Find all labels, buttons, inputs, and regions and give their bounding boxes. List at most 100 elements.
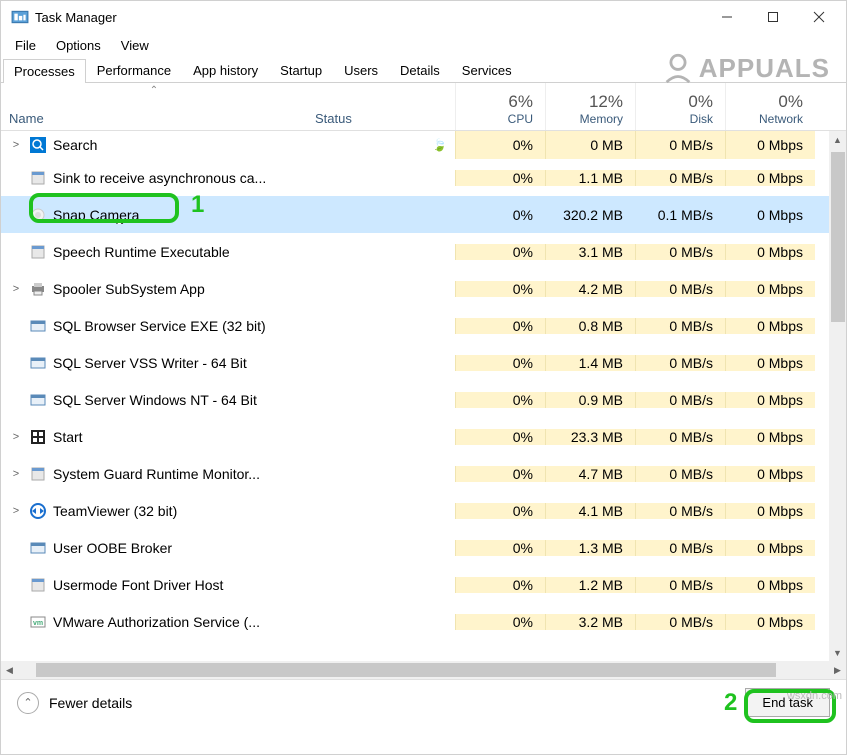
annotation-number-1: 1 [191, 191, 204, 219]
disk-cell: 0 MB/s [635, 281, 725, 297]
menu-view[interactable]: View [111, 36, 159, 55]
expand-toggle-icon[interactable]: > [9, 283, 23, 295]
memory-percent: 12% [589, 92, 623, 112]
cpu-cell: 0% [455, 466, 545, 482]
generic-icon [29, 243, 47, 261]
cpu-cell: 0% [455, 540, 545, 556]
disk-cell: 0 MB/s [635, 577, 725, 593]
fewer-details-label: Fewer details [49, 695, 132, 711]
minimize-button[interactable] [704, 1, 750, 33]
scroll-down-arrow-icon[interactable]: ▼ [829, 644, 846, 661]
memory-cell: 3.1 MB [545, 244, 635, 260]
disk-cell: 0 MB/s [635, 392, 725, 408]
process-row[interactable]: User OOBE Broker0%1.3 MB0 MB/s0 Mbps [1, 529, 846, 566]
hscroll-thumb[interactable] [36, 663, 776, 677]
footer: ⌃ Fewer details 2 End task [1, 679, 846, 725]
network-cell: 0 Mbps [725, 466, 815, 482]
network-cell: 0 Mbps [725, 429, 815, 445]
process-name-cell: > Search [1, 136, 307, 154]
memory-label: Memory [580, 112, 623, 126]
column-cpu[interactable]: 6% CPU [455, 83, 545, 130]
teamviewer-icon [29, 502, 47, 520]
start-icon [29, 428, 47, 446]
printer-icon [29, 280, 47, 298]
network-percent: 0% [778, 92, 803, 112]
expand-toggle-icon[interactable]: > [9, 468, 23, 480]
disk-cell: 0 MB/s [635, 503, 725, 519]
process-name-label: System Guard Runtime Monitor... [53, 466, 260, 482]
process-row[interactable]: >Spooler SubSystem App0%4.2 MB0 MB/s0 Mb… [1, 270, 846, 307]
column-status[interactable]: Status [307, 83, 455, 130]
tab-users[interactable]: Users [333, 58, 389, 82]
fewer-details-toggle[interactable]: ⌃ Fewer details [17, 692, 132, 714]
network-cell: 0 Mbps [725, 281, 815, 297]
cpu-cell: 0% [455, 281, 545, 297]
process-name-cell: vmVMware Authorization Service (... [1, 613, 307, 631]
process-name-cell: Snap Camera [1, 206, 307, 224]
network-cell: 0 Mbps [725, 503, 815, 519]
process-row[interactable]: SQL Server VSS Writer - 64 Bit0%1.4 MB0 … [1, 344, 846, 381]
annotation-number-2: 2 [724, 689, 737, 717]
menu-options[interactable]: Options [46, 36, 111, 55]
process-row[interactable]: >System Guard Runtime Monitor...0%4.7 MB… [1, 455, 846, 492]
memory-cell: 1.2 MB [545, 577, 635, 593]
process-row[interactable]: SQL Browser Service EXE (32 bit)0%0.8 MB… [1, 307, 846, 344]
process-list[interactable]: >Search🍃0%0 MB0 MB/s0 MbpsSink to receiv… [1, 131, 846, 661]
network-cell: 0 Mbps [725, 318, 815, 334]
tab-services[interactable]: Services [451, 58, 523, 82]
disk-cell: 0 MB/s [635, 318, 725, 334]
process-row[interactable]: Speech Runtime Executable0%3.1 MB0 MB/s0… [1, 233, 846, 270]
column-name-label: Name [9, 111, 299, 126]
horizontal-scrollbar[interactable]: ◀ ▶ [1, 661, 846, 679]
scrollbar-thumb[interactable] [831, 152, 845, 322]
eco-leaf-icon: 🍃 [432, 138, 447, 152]
tab-performance[interactable]: Performance [86, 58, 182, 82]
search-icon [29, 136, 47, 154]
scroll-left-arrow-icon[interactable]: ◀ [1, 665, 18, 676]
close-button[interactable] [796, 1, 842, 33]
process-row[interactable]: >TeamViewer (32 bit)0%4.1 MB0 MB/s0 Mbps [1, 492, 846, 529]
column-name[interactable]: ⌃ Name [1, 83, 307, 130]
menu-file[interactable]: File [5, 36, 46, 55]
vertical-scrollbar[interactable]: ▲ ▼ [829, 131, 846, 661]
tab-startup[interactable]: Startup [269, 58, 333, 82]
column-disk[interactable]: 0% Disk [635, 83, 725, 130]
generic-icon [29, 576, 47, 594]
tab-details[interactable]: Details [389, 58, 451, 82]
source-watermark: wsxdn.com [787, 690, 842, 702]
expand-toggle-icon[interactable]: > [9, 139, 23, 151]
tab-app-history[interactable]: App history [182, 58, 269, 82]
titlebar: Task Manager [1, 1, 846, 33]
column-memory[interactable]: 12% Memory [545, 83, 635, 130]
scroll-up-arrow-icon[interactable]: ▲ [829, 131, 846, 148]
snap-icon [29, 206, 47, 224]
process-row[interactable]: >Start0%23.3 MB0 MB/s0 Mbps [1, 418, 846, 455]
cpu-label: CPU [508, 112, 533, 126]
tabbar: Processes Performance App history Startu… [1, 57, 846, 83]
scroll-right-arrow-icon[interactable]: ▶ [829, 665, 846, 676]
maximize-button[interactable] [750, 1, 796, 33]
cpu-cell: 0% [455, 318, 545, 334]
cpu-cell: 0% [455, 355, 545, 371]
process-name-label: SQL Server VSS Writer - 64 Bit [53, 355, 247, 371]
process-row[interactable]: Sink to receive asynchronous ca...0%1.1 … [1, 159, 846, 196]
disk-cell: 0 MB/s [635, 429, 725, 445]
memory-cell: 320.2 MB [545, 207, 635, 223]
status-cell: 🍃 [307, 138, 455, 152]
process-row[interactable]: Snap Camera0%320.2 MB0.1 MB/s0 Mbps [1, 196, 846, 233]
process-row[interactable]: >Search🍃0%0 MB0 MB/s0 Mbps [1, 131, 846, 159]
network-cell: 0 Mbps [725, 355, 815, 371]
process-row[interactable]: SQL Server Windows NT - 64 Bit0%0.9 MB0 … [1, 381, 846, 418]
process-row[interactable]: vmVMware Authorization Service (...0%3.2… [1, 603, 846, 640]
tab-processes[interactable]: Processes [3, 59, 86, 83]
process-row[interactable]: Usermode Font Driver Host0%1.2 MB0 MB/s0… [1, 566, 846, 603]
memory-cell: 0.8 MB [545, 318, 635, 334]
service-icon [29, 391, 47, 409]
column-network[interactable]: 0% Network [725, 83, 815, 130]
process-name-cell: >TeamViewer (32 bit) [1, 502, 307, 520]
expand-toggle-icon[interactable]: > [9, 505, 23, 517]
network-label: Network [759, 112, 803, 126]
process-name-label: Search [53, 137, 97, 153]
memory-cell: 0.9 MB [545, 392, 635, 408]
expand-toggle-icon[interactable]: > [9, 431, 23, 443]
